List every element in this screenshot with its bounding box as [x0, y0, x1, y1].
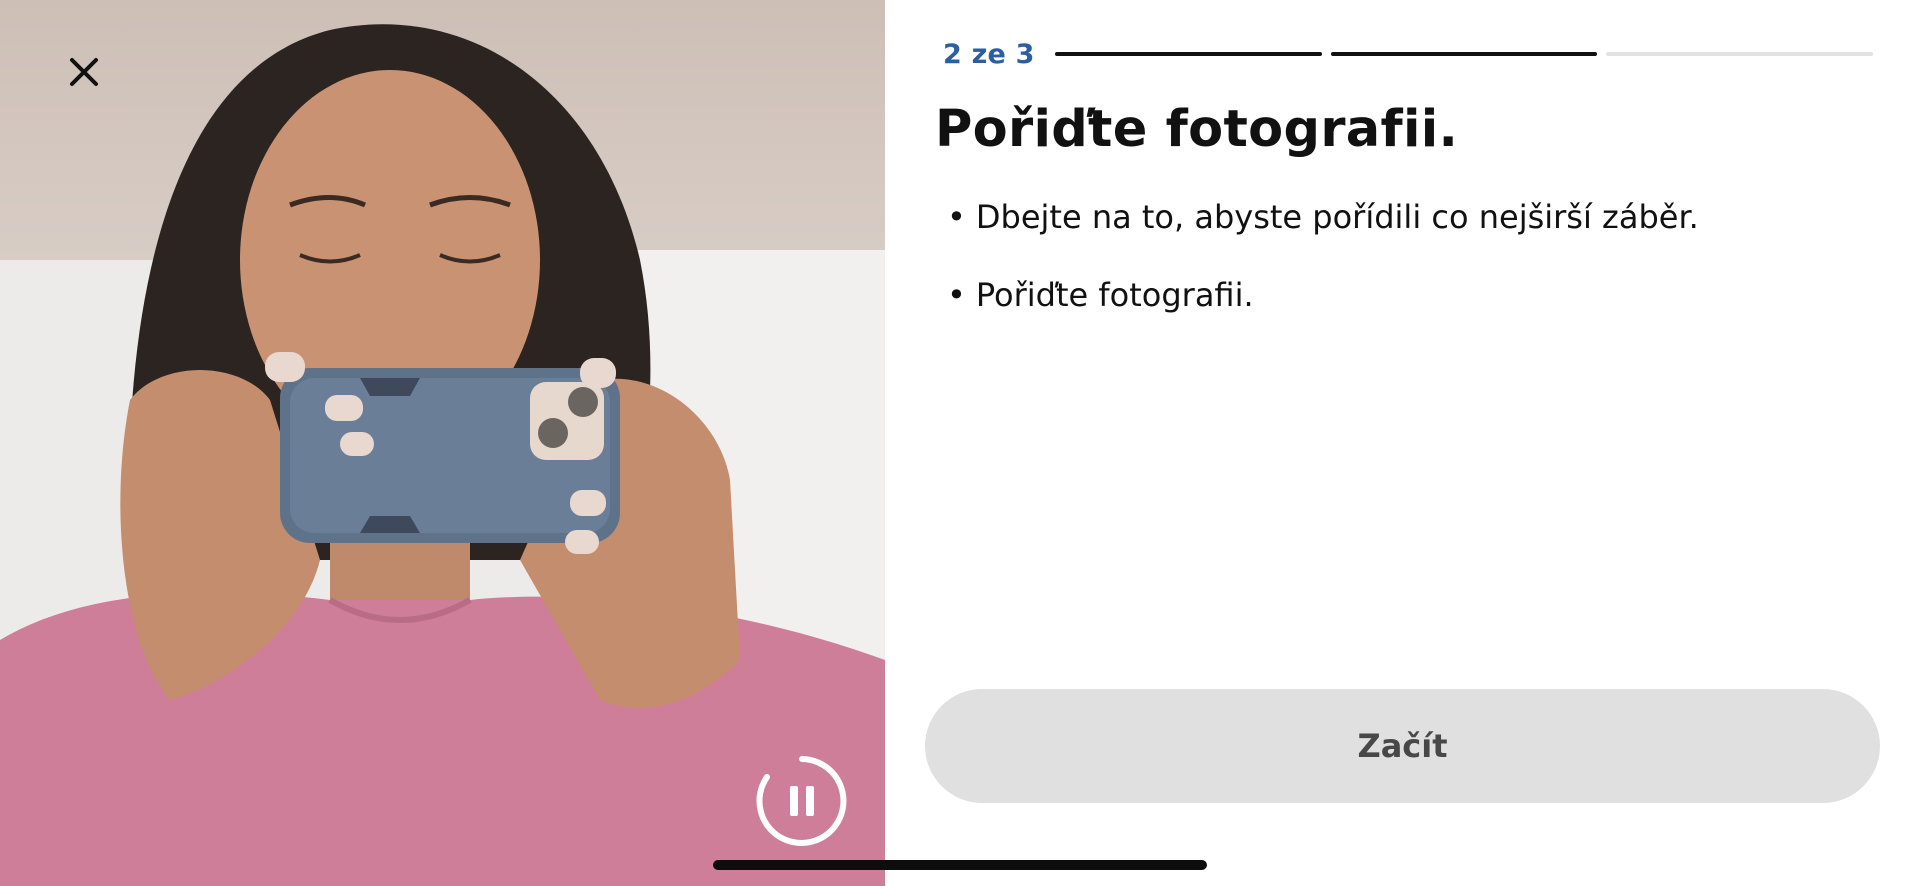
close-button[interactable] [56, 44, 112, 100]
progress-segment-2 [1330, 52, 1598, 56]
pause-icon [756, 756, 847, 846]
bullet-marker: • [947, 198, 966, 236]
progress-segment-1 [1055, 52, 1322, 56]
progress-bar [1055, 52, 1874, 56]
video-frame-image [0, 24, 885, 886]
page-title: Pořiďte fotografii. [935, 100, 1459, 159]
progress-segment-3 [1606, 52, 1874, 56]
list-item: • Pořiďte fotografii. [947, 276, 1699, 354]
onboarding-screen: 2 ze 3 Pořiďte fotografii. • Dbejte na t… [0, 0, 1920, 886]
pause-button[interactable] [755, 754, 849, 848]
instruction-text: Pořiďte fotografii. [975, 276, 1254, 314]
bullet-marker: • [947, 276, 966, 314]
instruction-video[interactable] [0, 0, 885, 886]
list-item: • Dbejte na to, abyste pořídili co nejši… [947, 198, 1699, 276]
start-button[interactable]: Začít [925, 689, 1880, 803]
instructions-panel: 2 ze 3 Pořiďte fotografii. • Dbejte na t… [885, 0, 1920, 886]
close-icon [70, 58, 98, 86]
step-progress: 2 ze 3 [943, 34, 1874, 74]
home-indicator[interactable] [713, 860, 1207, 870]
step-counter: 2 ze 3 [943, 38, 1035, 70]
instruction-list: • Dbejte na to, abyste pořídili co nejši… [947, 198, 1699, 354]
instruction-text: Dbejte na to, abyste pořídili co nejširš… [975, 198, 1699, 236]
